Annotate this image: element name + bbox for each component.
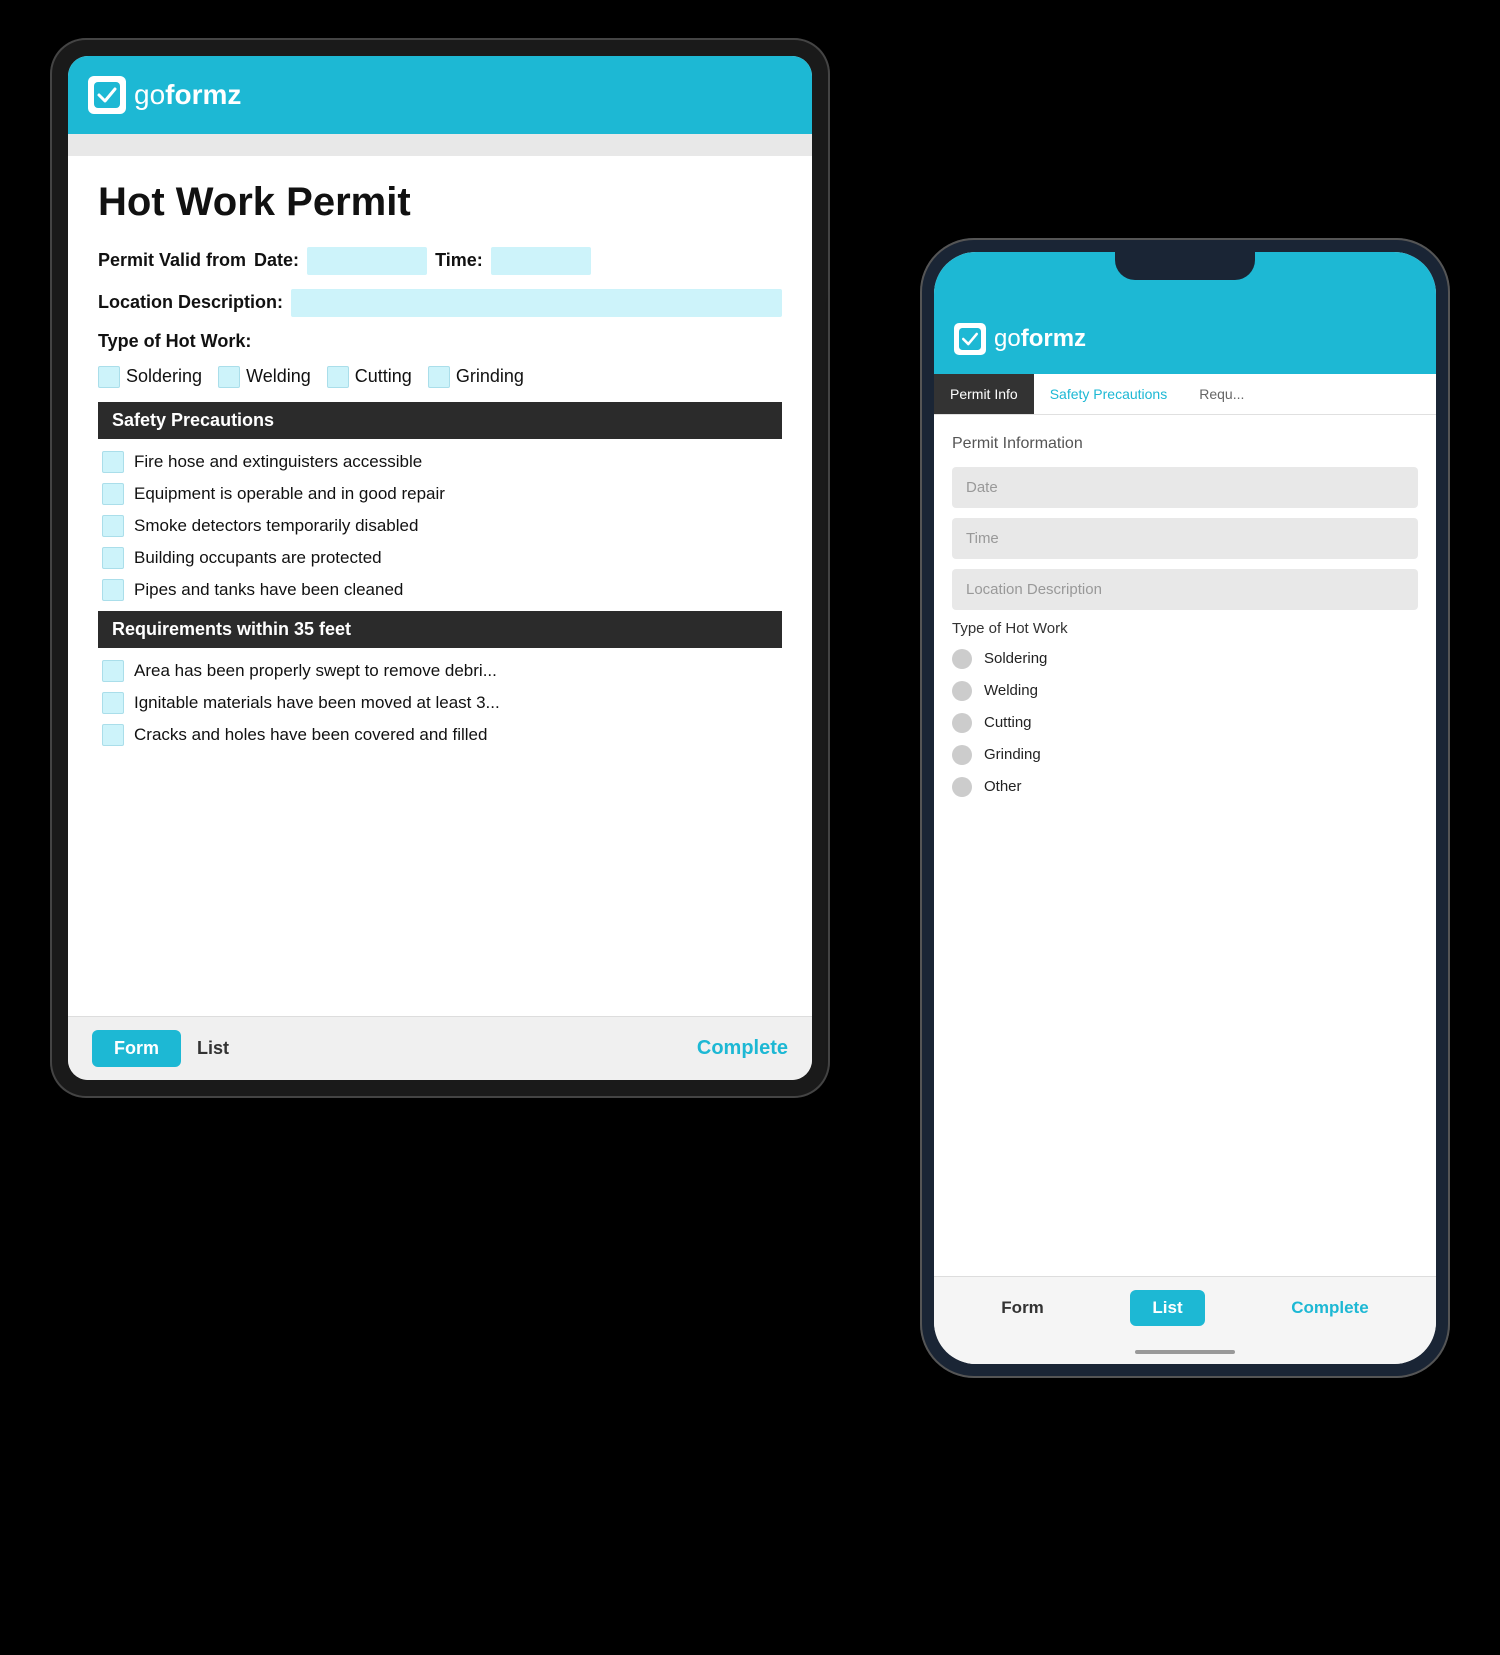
label-cutting: Cutting <box>355 366 412 387</box>
time-label: Time: <box>435 250 483 271</box>
tablet-complete-button[interactable]: Complete <box>697 1037 788 1060</box>
radio-soldering[interactable]: Soldering <box>952 649 1418 669</box>
safety-item-4: Building occupants are protected <box>98 547 782 569</box>
radio-circle-welding <box>952 681 972 701</box>
safety-text-3: Smoke detectors temporarily disabled <box>134 515 418 537</box>
req-check-3[interactable] <box>102 724 124 746</box>
safety-check-1[interactable] <box>102 451 124 473</box>
safety-precautions-header: Safety Precautions <box>98 402 782 439</box>
req-text-1: Area has been properly swept to remove d… <box>134 660 497 682</box>
date-input[interactable] <box>307 247 427 275</box>
checkbox-soldering[interactable]: Soldering <box>98 366 202 388</box>
tablet-footer: Form List Complete <box>68 1016 812 1080</box>
phone-complete-button[interactable]: Complete <box>1291 1298 1368 1318</box>
safety-check-3[interactable] <box>102 515 124 537</box>
phone-hot-work-label: Type of Hot Work <box>952 620 1418 637</box>
phone-home-indicator <box>1135 1350 1235 1354</box>
radio-label-grinding: Grinding <box>984 746 1041 763</box>
tablet-logo-icon <box>88 76 126 114</box>
phone-time-field[interactable]: Time <box>952 518 1418 559</box>
phone-notch-bar <box>934 252 1436 304</box>
checkbox-sq-welding <box>218 366 240 388</box>
phone-tabs: Permit Info Safety Precautions Requ... <box>934 374 1436 415</box>
checkbox-sq-soldering <box>98 366 120 388</box>
radio-circle-cutting <box>952 713 972 733</box>
safety-item-1: Fire hose and extinguisters accessible <box>98 451 782 473</box>
radio-other[interactable]: Other <box>952 777 1418 797</box>
permit-label: Permit Valid from <box>98 250 246 271</box>
radio-label-soldering: Soldering <box>984 650 1047 667</box>
phone-header: goformz <box>934 304 1436 374</box>
label-soldering: Soldering <box>126 366 202 387</box>
radio-cutting[interactable]: Cutting <box>952 713 1418 733</box>
tablet-list-button[interactable]: List <box>197 1038 229 1059</box>
phone-logo-text: goformz <box>994 325 1086 353</box>
date-label: Date: <box>254 250 299 271</box>
tablet-form-content: Hot Work Permit Permit Valid from Date: … <box>68 156 812 1016</box>
hot-work-checkboxes: Soldering Welding Cutting Grinding <box>98 366 782 388</box>
requirements-header: Requirements within 35 feet <box>98 611 782 648</box>
safety-text-1: Fire hose and extinguisters accessible <box>134 451 422 473</box>
tablet-gray-bar <box>68 134 812 156</box>
phone-form-content: Permit Information Date Time Location De… <box>934 415 1436 1276</box>
safety-item-3: Smoke detectors temporarily disabled <box>98 515 782 537</box>
safety-item-5: Pipes and tanks have been cleaned <box>98 579 782 601</box>
label-welding: Welding <box>246 366 311 387</box>
tab-requirements[interactable]: Requ... <box>1183 374 1260 414</box>
safety-check-4[interactable] <box>102 547 124 569</box>
tablet-form-button[interactable]: Form <box>92 1030 181 1067</box>
phone-list-button[interactable]: List <box>1130 1290 1204 1326</box>
req-item-1: Area has been properly swept to remove d… <box>98 660 782 682</box>
req-item-2: Ignitable materials have been moved at l… <box>98 692 782 714</box>
req-check-2[interactable] <box>102 692 124 714</box>
radio-circle-grinding <box>952 745 972 765</box>
phone-section-title: Permit Information <box>952 435 1418 453</box>
phone-logo-icon <box>954 323 986 355</box>
req-item-3: Cracks and holes have been covered and f… <box>98 724 782 746</box>
safety-item-2: Equipment is operable and in good repair <box>98 483 782 505</box>
tablet-logo: goformz <box>88 76 241 114</box>
location-row: Location Description: <box>98 289 782 317</box>
time-input[interactable] <box>491 247 591 275</box>
phone-home-bar <box>934 1340 1436 1364</box>
label-grinding: Grinding <box>456 366 524 387</box>
checkbox-cutting[interactable]: Cutting <box>327 366 412 388</box>
hot-work-label: Type of Hot Work: <box>98 331 251 352</box>
permit-date-row: Permit Valid from Date: Time: <box>98 247 782 275</box>
form-title: Hot Work Permit <box>98 180 782 225</box>
tablet-device: goformz Hot Work Permit Permit Valid fro… <box>50 38 830 1098</box>
location-label: Location Description: <box>98 292 283 313</box>
tablet-header: goformz <box>68 56 812 134</box>
tab-permit-info[interactable]: Permit Info <box>934 374 1034 414</box>
safety-check-2[interactable] <box>102 483 124 505</box>
hot-work-label-row: Type of Hot Work: <box>98 331 782 352</box>
phone-footer: Form List Complete <box>934 1276 1436 1340</box>
safety-text-2: Equipment is operable and in good repair <box>134 483 445 505</box>
checkbox-sq-grinding <box>428 366 450 388</box>
req-check-1[interactable] <box>102 660 124 682</box>
checkbox-grinding[interactable]: Grinding <box>428 366 524 388</box>
radio-welding[interactable]: Welding <box>952 681 1418 701</box>
location-input[interactable] <box>291 289 782 317</box>
safety-text-4: Building occupants are protected <box>134 547 382 569</box>
phone-notch <box>1115 252 1255 280</box>
phone-location-field[interactable]: Location Description <box>952 569 1418 610</box>
safety-check-5[interactable] <box>102 579 124 601</box>
safety-text-5: Pipes and tanks have been cleaned <box>134 579 403 601</box>
radio-label-cutting: Cutting <box>984 714 1032 731</box>
checkbox-welding[interactable]: Welding <box>218 366 311 388</box>
radio-label-welding: Welding <box>984 682 1038 699</box>
radio-circle-other <box>952 777 972 797</box>
phone-form-button[interactable]: Form <box>1001 1298 1044 1318</box>
req-text-3: Cracks and holes have been covered and f… <box>134 724 487 746</box>
tablet-logo-text: goformz <box>134 79 241 111</box>
req-text-2: Ignitable materials have been moved at l… <box>134 692 500 714</box>
phone-date-field[interactable]: Date <box>952 467 1418 508</box>
radio-circle-soldering <box>952 649 972 669</box>
tab-safety-precautions[interactable]: Safety Precautions <box>1034 374 1184 414</box>
radio-label-other: Other <box>984 778 1022 795</box>
radio-grinding[interactable]: Grinding <box>952 745 1418 765</box>
checkbox-sq-cutting <box>327 366 349 388</box>
phone-device: goformz Permit Info Safety Precautions R… <box>920 238 1450 1378</box>
